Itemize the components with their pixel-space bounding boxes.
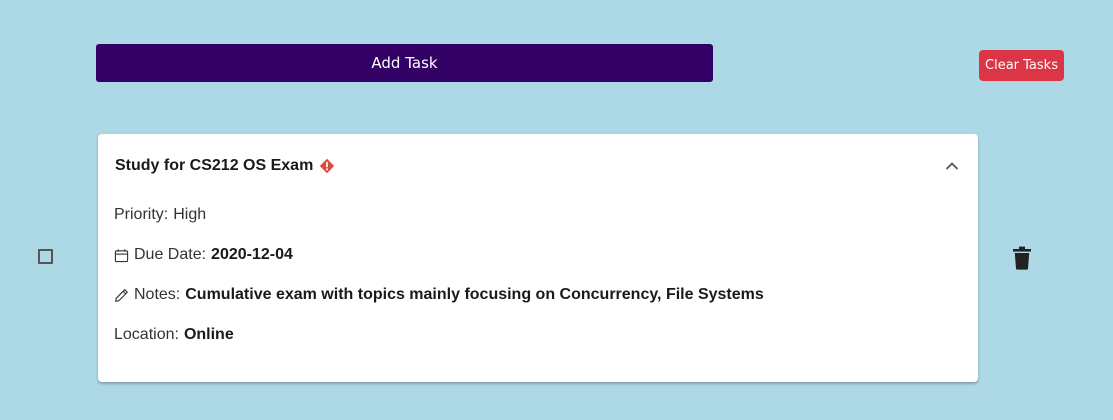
add-task-button[interactable]: Add Task <box>96 44 713 82</box>
chevron-up-icon[interactable] <box>944 158 960 174</box>
task-complete-checkbox[interactable] <box>38 249 53 264</box>
priority-row: Priority: High <box>114 206 206 224</box>
priority-label: Priority: <box>114 206 169 223</box>
priority-value: High <box>173 206 207 223</box>
task-card: Study for CS212 OS Exam Priority: High D… <box>98 134 978 382</box>
pencil-icon <box>115 288 128 302</box>
trash-icon[interactable] <box>1012 246 1032 270</box>
calendar-icon <box>114 248 129 262</box>
task-card-header[interactable]: Study for CS212 OS Exam <box>98 134 978 198</box>
due-date-value: 2020-12-04 <box>211 246 293 263</box>
due-date-row: Due Date: 2020-12-04 <box>114 246 293 264</box>
notes-value: Cumulative exam with topics mainly focus… <box>185 286 764 303</box>
location-row: Location: Online <box>114 326 234 344</box>
task-title: Study for CS212 OS Exam <box>115 157 314 174</box>
location-value: Online <box>183 326 234 343</box>
clear-tasks-button[interactable]: Clear Tasks <box>979 50 1064 81</box>
due-date-label: Due Date: <box>134 246 207 263</box>
notes-label: Notes: <box>134 286 181 303</box>
location-label: Location: <box>114 326 179 343</box>
notes-row: Notes: Cumulative exam with topics mainl… <box>114 286 764 304</box>
exclamation-diamond-icon <box>320 158 335 174</box>
task-title-row: Study for CS212 OS Exam <box>115 157 335 175</box>
